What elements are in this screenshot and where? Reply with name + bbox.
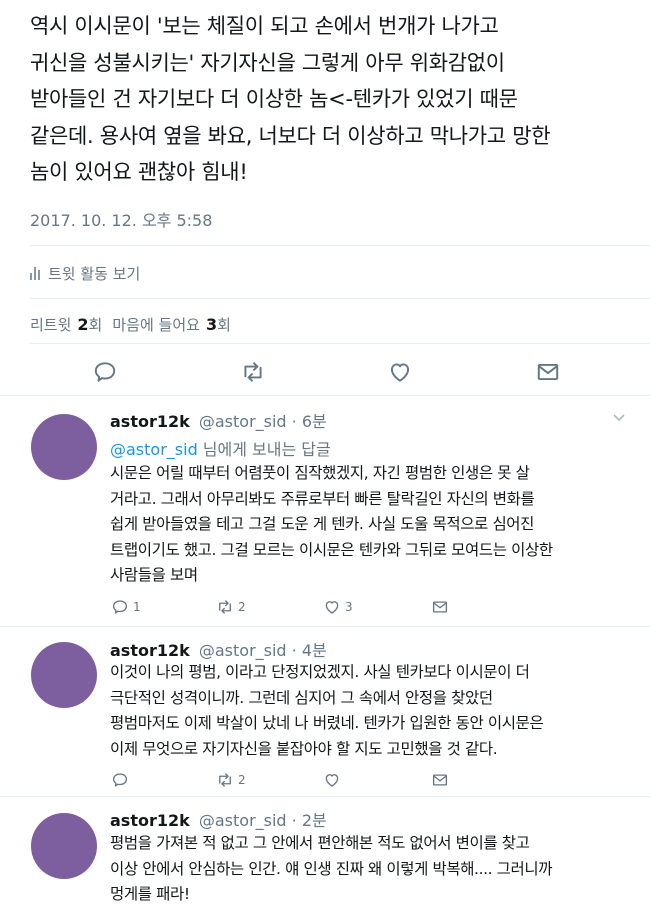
reply-text: 시문은 어릴 때부터 어렴풋이 짐작했겠지, 자긴 평범한 인생은 못 살 거라…	[110, 461, 630, 589]
reply-header: astor12k @astor_sid · 2분	[110, 807, 327, 831]
like-stat[interactable]: 마음에 들어요 3 회	[112, 314, 231, 335]
retweet-stat[interactable]: 리트윗 2 회	[30, 314, 102, 335]
tweet-activity-link[interactable]: 트윗 활동 보기	[30, 262, 140, 284]
heart-icon	[325, 601, 339, 614]
like-stat-label: 마음에 들어요	[112, 316, 200, 334]
replying-to-suffix: 님에게 보내는 답글	[197, 440, 331, 459]
avatar[interactable]	[31, 414, 97, 480]
envelope-icon	[432, 774, 448, 786]
dm-button[interactable]	[430, 771, 450, 789]
reply-tweet[interactable]: astor12k @astor_sid · 2분 평범을 가져본 적 없고 그 …	[0, 807, 650, 917]
author-name[interactable]: astor12k	[110, 641, 190, 660]
like-count: 3	[345, 600, 353, 614]
reply-text-line: 평범마저도 이제 박살이 났네 나 버렸네. 텐카가 입원한 동안 이시문은	[110, 714, 544, 732]
divider	[0, 395, 650, 396]
reply-text-line: 극단적인 성격이니까. 그런데 심지어 그 속에서 안정을 찾았던	[110, 688, 493, 707]
reply-action-bar: 1 2 3	[110, 598, 470, 620]
tweet-text-line: 역시 이시문이 '보는 체질이 되고 손에서 번개가 나가고	[30, 14, 499, 38]
tweet-text-line: 받아들인 건 자기보다 더 이상한 놈<-텐카가 있었기 때문	[30, 87, 518, 111]
envelope-icon[interactable]	[535, 359, 561, 385]
reply-text-line: 사람들을 보며	[110, 566, 198, 584]
reply-icon[interactable]	[92, 359, 118, 385]
activity-bars-icon	[30, 266, 40, 280]
retweet-stat-label: 리트윗	[30, 316, 72, 334]
reply-text-line: 쉽게 받아들였을 테고 그걸 도운 게 텐카. 사실 도울 목적으로 심어진	[110, 515, 535, 533]
reply-header: astor12k @astor_sid · 6분	[110, 408, 327, 432]
retweet-count: 2	[238, 600, 246, 614]
retweet-icon	[219, 600, 231, 614]
divider	[30, 343, 650, 344]
retweet-stat-count: 2	[77, 315, 89, 334]
reply-tweet[interactable]: astor12k @astor_sid · 6분 @astor_sid 님에게 …	[0, 408, 650, 628]
activity-label: 트윗 활동 보기	[48, 264, 141, 283]
author-handle: @astor_sid · 4분	[198, 641, 327, 660]
reply-text-line: 트랩이기도 했고. 그걸 모르는 이시문은 텐카와 그뒤로 모여드는 이상한	[110, 540, 553, 559]
replying-to: @astor_sid 님에게 보내는 답글	[110, 436, 331, 460]
reply-text-line: 멍게를 패라!	[110, 885, 190, 903]
reply-icon	[112, 773, 128, 787]
reply-text-line: 이것이 나의 평범, 이라고 단정지었겠지. 사실 텐카보다 이시문이 더	[110, 663, 530, 681]
reply-text-line: 시문은 어릴 때부터 어렴풋이 짐작했겠지, 자긴 평범한 인생은 못 살	[110, 464, 530, 482]
retweet-button[interactable]: 2	[215, 598, 246, 616]
reply-text-line: 이제 무엇으로 자기자신을 붙잡아야 할 지도 고민했을 것 같다.	[110, 739, 498, 758]
author-handle: @astor_sid · 6분	[198, 412, 327, 431]
tweet-text-line: 놈이 있어요 괜찮아 힘내!	[30, 160, 248, 184]
author-handle: @astor_sid · 2분	[198, 811, 327, 830]
reply-text: 평범을 가져본 적 없고 그 안에서 편안해본 적도 없어서 변이를 찾고 이상…	[110, 831, 630, 908]
divider	[0, 796, 650, 797]
reply-text-line: 평범을 가져본 적 없고 그 안에서 편안해본 적도 없어서 변이를 찾고	[110, 834, 530, 852]
chevron-down-icon[interactable]	[612, 410, 626, 424]
author-name[interactable]: astor12k	[110, 811, 190, 830]
avatar[interactable]	[31, 813, 97, 879]
retweet-icon[interactable]	[240, 359, 266, 385]
replying-to-handle[interactable]: @astor_sid	[110, 440, 198, 459]
tweet-text-line: 같은데. 용사여 옆을 봐요, 너보다 더 이상하고 막나가고 망한	[30, 123, 551, 148]
divider	[0, 626, 650, 627]
heart-icon[interactable]	[387, 359, 413, 385]
heart-icon	[325, 774, 339, 787]
reply-count: 1	[133, 600, 141, 614]
reply-tweet[interactable]: astor12k @astor_sid · 4분 이것이 나의 평범, 이라고 …	[0, 637, 650, 797]
like-stat-count: 3	[205, 315, 218, 334]
reply-header: astor12k @astor_sid · 4분	[110, 637, 327, 661]
reply-text: 이것이 나의 평범, 이라고 단정지었겠지. 사실 텐카보다 이시문이 더 극단…	[110, 660, 630, 762]
author-name[interactable]: astor12k	[110, 412, 190, 431]
envelope-icon	[432, 601, 448, 613]
tweet-text-line: 귀신을 성불시키는' 자기자신을 그렇게 아무 위화감없이	[30, 50, 505, 75]
tweet-text: 역시 이시문이 '보는 체질이 되고 손에서 번개가 나가고 귀신을 성불시키는…	[30, 8, 630, 191]
reply-action-bar: 2	[110, 771, 470, 793]
reply-button[interactable]: 1	[110, 598, 141, 616]
reply-icon	[112, 600, 128, 614]
retweet-button[interactable]: 2	[215, 771, 246, 789]
tweet-timestamp: 2017. 10. 12. 오후 5:58	[30, 211, 213, 230]
avatar[interactable]	[31, 642, 97, 708]
retweet-icon	[219, 773, 231, 787]
like-stat-unit: 회	[217, 316, 231, 334]
like-button[interactable]	[322, 771, 345, 789]
retweet-stat-unit: 회	[88, 316, 103, 334]
like-button[interactable]: 3	[322, 598, 353, 616]
retweet-count: 2	[238, 773, 246, 787]
reply-text-line: 이상 안에서 안심하는 인간. 얘 인생 진짜 왜 이렇게 박복해.... 그러…	[110, 859, 553, 878]
tweet-action-bar	[0, 355, 650, 391]
reply-button[interactable]	[110, 771, 133, 789]
reply-text-line: 거라고. 그래서 아무리봐도 주류로부터 빠른 탈락길인 자신의 변화를	[110, 489, 535, 508]
divider	[30, 245, 650, 246]
tweet-stats: 리트윗 2 회 마음에 들어요 3 회	[30, 314, 231, 335]
divider	[30, 298, 650, 299]
dm-button[interactable]	[430, 598, 450, 616]
